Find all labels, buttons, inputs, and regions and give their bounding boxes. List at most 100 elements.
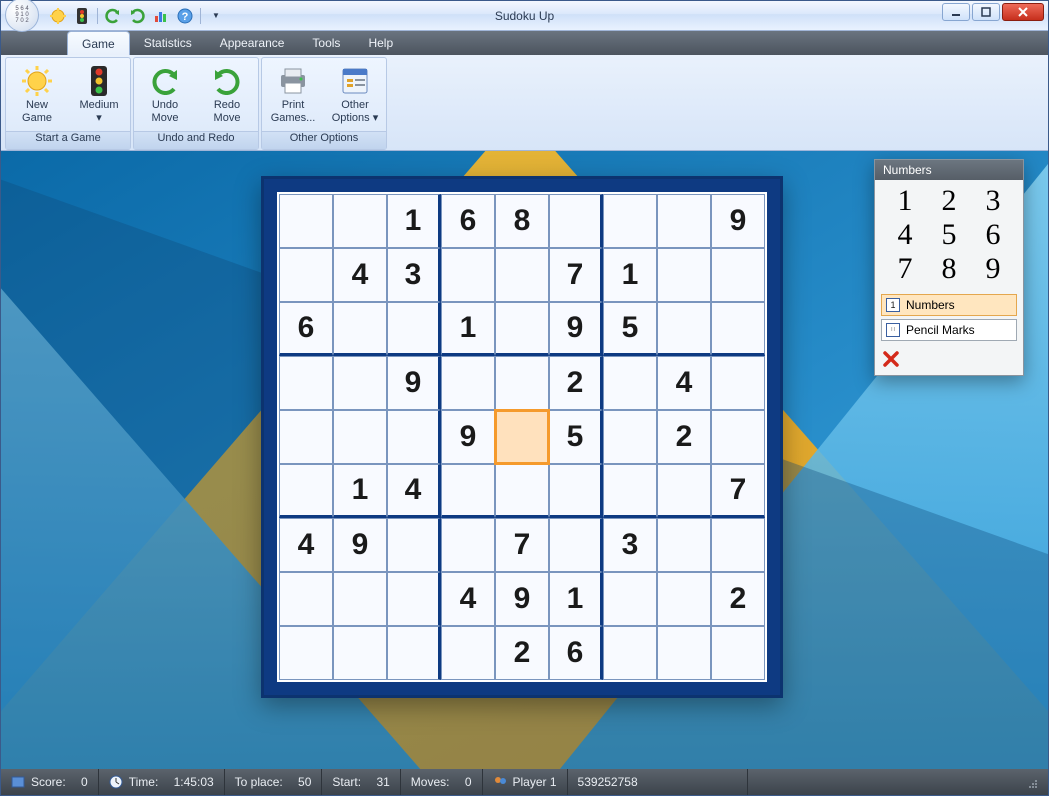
cell-r6-c0[interactable]: 4	[279, 518, 333, 572]
palette-number-5[interactable]: 5	[927, 218, 971, 252]
cell-r0-c2[interactable]: 1	[387, 194, 441, 248]
cell-r3-c6[interactable]	[603, 356, 657, 410]
cell-r0-c6[interactable]	[603, 194, 657, 248]
cell-r8-c0[interactable]	[279, 626, 333, 680]
qat-new-game-icon[interactable]	[49, 7, 67, 25]
cell-r6-c5[interactable]	[549, 518, 603, 572]
cell-r7-c5[interactable]: 1	[549, 572, 603, 626]
print-button[interactable]: PrintGames...	[262, 58, 324, 131]
cell-r7-c6[interactable]	[603, 572, 657, 626]
qat-redo-icon[interactable]	[128, 7, 146, 25]
cell-r6-c4[interactable]: 7	[495, 518, 549, 572]
palette-number-2[interactable]: 2	[927, 184, 971, 218]
cell-r0-c8[interactable]: 9	[711, 194, 765, 248]
cell-r6-c7[interactable]	[657, 518, 711, 572]
cell-r2-c4[interactable]	[495, 302, 549, 356]
numbers-mode-button[interactable]: 1 Numbers	[881, 294, 1017, 316]
cell-r7-c8[interactable]: 2	[711, 572, 765, 626]
cell-r0-c3[interactable]: 6	[441, 194, 495, 248]
cell-r0-c0[interactable]	[279, 194, 333, 248]
palette-delete-button[interactable]	[875, 345, 1023, 375]
cell-r5-c7[interactable]	[657, 464, 711, 518]
cell-r5-c6[interactable]	[603, 464, 657, 518]
cell-r1-c8[interactable]	[711, 248, 765, 302]
new-game-button[interactable]: NewGame	[6, 58, 68, 131]
app-orb[interactable]: 5 6 49 1 07 0 2	[5, 0, 39, 32]
cell-r1-c3[interactable]	[441, 248, 495, 302]
cell-r7-c4[interactable]: 9	[495, 572, 549, 626]
cell-r8-c5[interactable]: 6	[549, 626, 603, 680]
cell-r0-c7[interactable]	[657, 194, 711, 248]
cell-r7-c7[interactable]	[657, 572, 711, 626]
cell-r1-c1[interactable]: 4	[333, 248, 387, 302]
cell-r5-c0[interactable]	[279, 464, 333, 518]
cell-r1-c4[interactable]	[495, 248, 549, 302]
cell-r8-c7[interactable]	[657, 626, 711, 680]
palette-number-8[interactable]: 8	[927, 252, 971, 286]
cell-r2-c2[interactable]	[387, 302, 441, 356]
cell-r3-c5[interactable]: 2	[549, 356, 603, 410]
menu-tab-game[interactable]: Game	[67, 31, 130, 55]
cell-r6-c6[interactable]: 3	[603, 518, 657, 572]
palette-number-6[interactable]: 6	[971, 218, 1015, 252]
cell-r8-c1[interactable]	[333, 626, 387, 680]
cell-r0-c1[interactable]	[333, 194, 387, 248]
cell-r2-c7[interactable]	[657, 302, 711, 356]
undo-button[interactable]: UndoMove	[134, 58, 196, 131]
cell-r4-c5[interactable]: 5	[549, 410, 603, 464]
cell-r4-c7[interactable]: 2	[657, 410, 711, 464]
cell-r4-c4[interactable]	[495, 410, 549, 464]
cell-r5-c3[interactable]	[441, 464, 495, 518]
cell-r3-c4[interactable]	[495, 356, 549, 410]
cell-r3-c7[interactable]: 4	[657, 356, 711, 410]
cell-r1-c5[interactable]: 7	[549, 248, 603, 302]
menu-tab-tools[interactable]: Tools	[298, 31, 354, 55]
cell-r3-c2[interactable]: 9	[387, 356, 441, 410]
cell-r3-c3[interactable]	[441, 356, 495, 410]
cell-r6-c8[interactable]	[711, 518, 765, 572]
cell-r8-c8[interactable]	[711, 626, 765, 680]
cell-r6-c1[interactable]: 9	[333, 518, 387, 572]
palette-number-1[interactable]: 1	[883, 184, 927, 218]
cell-r5-c1[interactable]: 1	[333, 464, 387, 518]
qat-stats-icon[interactable]	[152, 7, 170, 25]
cell-r3-c1[interactable]	[333, 356, 387, 410]
cell-r7-c1[interactable]	[333, 572, 387, 626]
qat-help-icon[interactable]: ?	[176, 7, 194, 25]
cell-r1-c2[interactable]: 3	[387, 248, 441, 302]
pencil-mode-button[interactable]: ∷ Pencil Marks	[881, 319, 1017, 341]
menu-tab-statistics[interactable]: Statistics	[130, 31, 206, 55]
cell-r4-c3[interactable]: 9	[441, 410, 495, 464]
cell-r5-c2[interactable]: 4	[387, 464, 441, 518]
cell-r6-c2[interactable]	[387, 518, 441, 572]
cell-r5-c8[interactable]: 7	[711, 464, 765, 518]
cell-r4-c2[interactable]	[387, 410, 441, 464]
cell-r2-c8[interactable]	[711, 302, 765, 356]
cell-r7-c3[interactable]: 4	[441, 572, 495, 626]
qat-customize-icon[interactable]: ▼	[207, 7, 225, 25]
cell-r8-c2[interactable]	[387, 626, 441, 680]
cell-r4-c6[interactable]	[603, 410, 657, 464]
cell-r4-c1[interactable]	[333, 410, 387, 464]
qat-undo-icon[interactable]	[104, 7, 122, 25]
cell-r1-c7[interactable]	[657, 248, 711, 302]
cell-r6-c3[interactable]	[441, 518, 495, 572]
menu-tab-help[interactable]: Help	[354, 31, 407, 55]
cell-r2-c0[interactable]: 6	[279, 302, 333, 356]
palette-number-7[interactable]: 7	[883, 252, 927, 286]
cell-r0-c5[interactable]	[549, 194, 603, 248]
cell-r5-c4[interactable]	[495, 464, 549, 518]
maximize-button[interactable]	[972, 3, 1000, 21]
cell-r1-c0[interactable]	[279, 248, 333, 302]
minimize-button[interactable]	[942, 3, 970, 21]
cell-r0-c4[interactable]: 8	[495, 194, 549, 248]
close-button[interactable]	[1002, 3, 1044, 21]
palette-number-3[interactable]: 3	[971, 184, 1015, 218]
menu-tab-appearance[interactable]: Appearance	[206, 31, 299, 55]
cell-r2-c5[interactable]: 9	[549, 302, 603, 356]
difficulty-button[interactable]: Medium▾	[68, 58, 130, 131]
palette-number-9[interactable]: 9	[971, 252, 1015, 286]
cell-r5-c5[interactable]	[549, 464, 603, 518]
cell-r3-c0[interactable]	[279, 356, 333, 410]
cell-r4-c0[interactable]	[279, 410, 333, 464]
